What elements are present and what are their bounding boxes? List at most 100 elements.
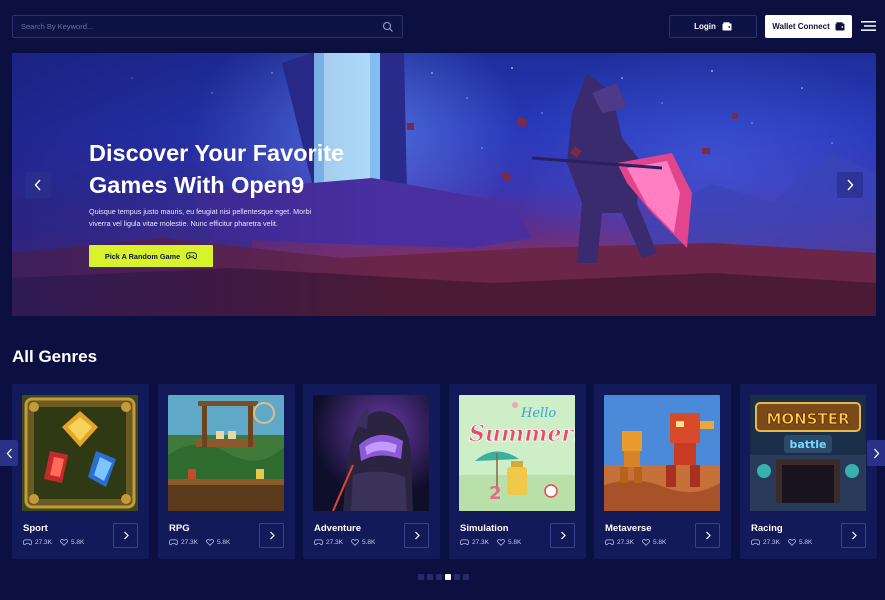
genre-image-racing: MONSTER battle — [750, 395, 866, 511]
plays-count: 27.3K — [472, 539, 489, 546]
heart-icon — [206, 539, 214, 546]
gamepad-icon — [23, 539, 32, 546]
genre-stats: 27.3K 5.8K — [605, 539, 674, 546]
open-genre-button[interactable] — [550, 523, 575, 548]
open-genre-button[interactable] — [113, 523, 138, 548]
chevron-right-icon — [560, 531, 566, 540]
genre-stats: 27.3K 5.8K — [314, 539, 383, 546]
search-icon[interactable] — [382, 21, 394, 33]
chevron-right-icon — [414, 531, 420, 540]
genre-image-rpg — [168, 395, 284, 511]
plays-count: 27.3K — [35, 539, 52, 546]
pick-random-game-label: Pick A Random Game — [104, 251, 181, 261]
genres-next-button[interactable] — [867, 440, 885, 466]
likes-count: 5.8K — [71, 539, 85, 546]
open-genre-button[interactable] — [259, 523, 284, 548]
genre-card-racing[interactable]: MONSTER battle Racing 27.3K 5.8K — [740, 384, 877, 559]
pagination-dot[interactable] — [418, 574, 424, 580]
open-genre-button[interactable] — [695, 523, 720, 548]
heart-icon — [60, 539, 68, 546]
open-genre-button[interactable] — [404, 523, 429, 548]
gamepad-icon — [314, 539, 323, 546]
genre-card-adventure[interactable]: Adventure 27.3K 5.8K — [303, 384, 440, 559]
search-bar[interactable] — [12, 15, 403, 38]
chevron-right-icon — [705, 531, 711, 540]
plays-count: 27.3K — [181, 539, 198, 546]
genre-name: Metaverse — [605, 523, 652, 534]
hero-banner: Discover Your Favorite Games With Open9 … — [12, 53, 876, 316]
genre-image-sport — [22, 395, 138, 511]
hero-title-line-1: Discover Your Favorite — [89, 140, 345, 166]
genre-name: Sport — [23, 523, 48, 534]
pagination-dot[interactable] — [436, 574, 442, 580]
hero-title: Discover Your Favorite Games With Open9 — [89, 137, 389, 201]
chevron-right-icon — [873, 448, 879, 458]
genre-carousel: Sport 27.3K 5.8K RPG 27.3K 5.8K Adventur… — [12, 384, 885, 559]
plays-count: 27.3K — [617, 539, 634, 546]
racing-art-text-1: MONSTER — [766, 410, 850, 428]
likes-count: 5.8K — [362, 539, 376, 546]
genre-card-simulation[interactable]: Hello Summer! 2 Simulation 27.3K 5.8K — [449, 384, 586, 559]
genre-stats: 27.3K 5.8K — [751, 539, 820, 546]
wallet-icon — [835, 22, 845, 31]
genre-stats: 27.3K 5.8K — [169, 539, 238, 546]
gamepad-icon — [751, 539, 760, 546]
genre-name: Simulation — [460, 523, 509, 534]
chevron-left-icon — [34, 179, 41, 191]
hero-description-line-2: viverra vel ligula vitae molestie. Nunc … — [89, 218, 278, 228]
chevron-right-icon — [847, 179, 854, 191]
gamepad-icon — [460, 539, 469, 546]
genre-stats: 27.3K 5.8K — [460, 539, 529, 546]
gamepad-icon — [605, 539, 614, 546]
genre-image-metaverse — [604, 395, 720, 511]
heart-icon — [351, 539, 359, 546]
genre-name: Adventure — [314, 523, 361, 534]
pagination-dot[interactable] — [454, 574, 460, 580]
heart-icon — [497, 539, 505, 546]
pick-random-game-button[interactable]: Pick A Random Game — [89, 245, 213, 267]
genre-name: RPG — [169, 523, 190, 534]
wallet-connect-button[interactable]: Wallet Connect — [765, 15, 852, 38]
simulation-art-text-2: Summer! — [469, 421, 575, 447]
heart-icon — [788, 539, 796, 546]
pagination-dot[interactable] — [445, 574, 451, 580]
genre-card-metaverse[interactable]: Metaverse 27.3K 5.8K — [594, 384, 731, 559]
hero-title-line-2: Games With Open9 — [89, 172, 305, 198]
hero-next-button[interactable] — [837, 172, 863, 198]
hamburger-icon[interactable] — [861, 19, 876, 33]
chevron-left-icon — [6, 448, 12, 458]
search-input[interactable] — [21, 22, 382, 31]
hero-prev-button[interactable] — [25, 172, 51, 198]
gamepad-icon — [169, 539, 178, 546]
svg-text:2: 2 — [489, 483, 502, 504]
plays-count: 27.3K — [326, 539, 343, 546]
section-title-all-genres: All Genres — [12, 347, 98, 366]
likes-count: 5.8K — [508, 539, 522, 546]
genre-stats: 27.3K 5.8K — [23, 539, 92, 546]
login-button[interactable]: Login — [669, 15, 757, 38]
chevron-right-icon — [123, 531, 129, 540]
pagination-dot[interactable] — [427, 574, 433, 580]
racing-art-text-2: battle — [789, 438, 826, 451]
chevron-right-icon — [269, 531, 275, 540]
genre-image-adventure — [313, 395, 429, 511]
hero-description-line-1: Quisque tempus justo mauris, eu feugiat … — [89, 207, 312, 216]
pagination-dot[interactable] — [463, 574, 469, 580]
wallet-connect-label: Wallet Connect — [772, 22, 830, 31]
simulation-art-text-1: Hello — [520, 406, 556, 421]
chevron-right-icon — [851, 531, 857, 540]
wallet-icon — [722, 22, 732, 31]
heart-icon — [642, 539, 650, 546]
open-genre-button[interactable] — [841, 523, 866, 548]
genre-card-rpg[interactable]: RPG 27.3K 5.8K — [158, 384, 295, 559]
login-label: Login — [694, 22, 716, 31]
genre-card-sport[interactable]: Sport 27.3K 5.8K — [12, 384, 149, 559]
genres-prev-button[interactable] — [0, 440, 18, 466]
likes-count: 5.8K — [653, 539, 667, 546]
gamepad-icon — [186, 252, 198, 260]
likes-count: 5.8K — [217, 539, 231, 546]
plays-count: 27.3K — [763, 539, 780, 546]
carousel-pagination — [418, 574, 469, 580]
hero-description: Quisque tempus justo mauris, eu feugiat … — [89, 206, 339, 229]
likes-count: 5.8K — [799, 539, 813, 546]
